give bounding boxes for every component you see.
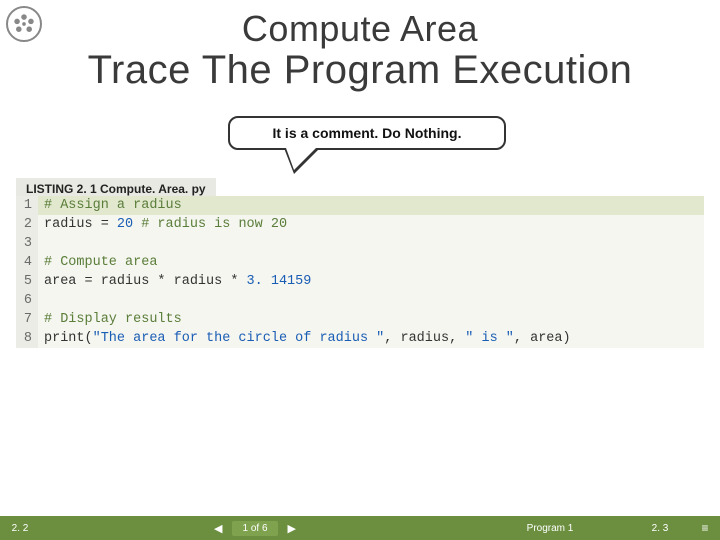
line-number: 3 — [16, 234, 38, 253]
line-number: 4 — [16, 253, 38, 272]
line-number: 2 — [16, 215, 38, 234]
line-number: 6 — [16, 291, 38, 310]
code-line-1: 1 # Assign a radius — [16, 196, 704, 215]
footer-left-number: 2. 2 — [0, 523, 40, 534]
footer-bar: 2. 2 ◀ 1 of 6 ▶ Program 1 2. 3 ≡ — [0, 516, 720, 540]
footer-nav: ◀ 1 of 6 ▶ — [40, 521, 470, 536]
code-line-6: 6 — [16, 291, 704, 310]
code-line-3: 3 — [16, 234, 704, 253]
code-comment: # Display results — [44, 312, 182, 327]
code-line-8: 8 print("The area for the circle of radi… — [16, 329, 704, 348]
program-label: Program 1 — [470, 523, 630, 534]
code-string: "The area for the circle of radius " — [93, 331, 385, 346]
title-line-2: Trace The Program Execution — [0, 48, 720, 93]
line-number: 1 — [16, 196, 38, 215]
code-comment: # radius is now 20 — [141, 217, 287, 232]
code-line-7: 7 # Display results — [16, 310, 704, 329]
code-text: area = radius * radius * — [44, 274, 247, 289]
code-text: print( — [44, 331, 93, 346]
callout-bubble: It is a comment. Do Nothing. — [228, 116, 506, 150]
code-line-5: 5 area = radius * radius * 3. 14159 — [16, 272, 704, 291]
step-counter: 1 of 6 — [232, 521, 277, 536]
prev-icon[interactable]: ◀ — [214, 522, 222, 535]
code-number: 20 — [117, 217, 133, 232]
code-number: 3. 14159 — [247, 274, 312, 289]
code-line-2: 2 radius = 20 # radius is now 20 — [16, 215, 704, 234]
code-text: , radius, — [384, 331, 465, 346]
code-text: , area) — [514, 331, 571, 346]
slide: Compute Area Trace The Program Execution… — [0, 0, 720, 540]
code-line-4: 4 # Compute area — [16, 253, 704, 272]
footer-right-number: 2. 3 — [630, 523, 690, 534]
code-block: 1 # Assign a radius 2 radius = 20 # radi… — [16, 196, 704, 348]
line-number: 8 — [16, 329, 38, 348]
code-comment: # Assign a radius — [44, 198, 182, 213]
code-string: " is " — [465, 331, 514, 346]
menu-icon[interactable]: ≡ — [690, 521, 720, 535]
title-line-1: Compute Area — [0, 8, 720, 50]
line-number: 5 — [16, 272, 38, 291]
code-comment: # Compute area — [44, 255, 157, 270]
line-number: 7 — [16, 310, 38, 329]
code-text: radius = — [44, 217, 117, 232]
next-icon[interactable]: ▶ — [288, 522, 296, 535]
callout-text: It is a comment. Do Nothing. — [272, 125, 461, 141]
